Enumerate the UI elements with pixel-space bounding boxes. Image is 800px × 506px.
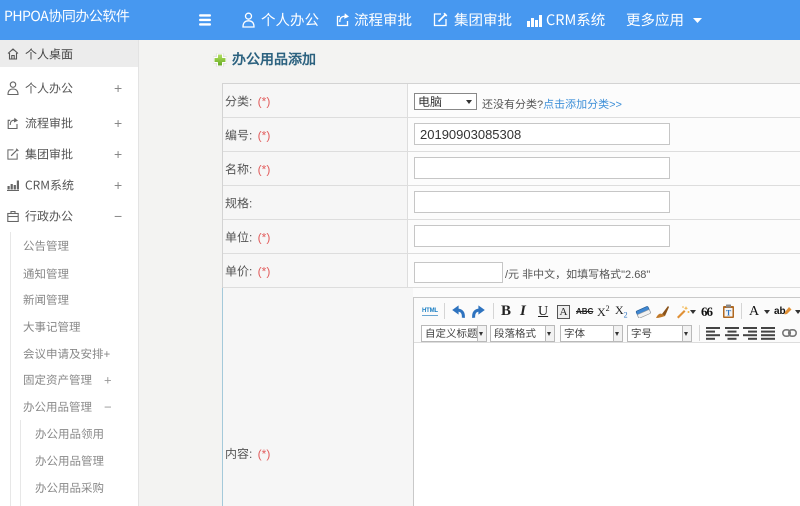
svg-text:T: T — [726, 309, 732, 318]
